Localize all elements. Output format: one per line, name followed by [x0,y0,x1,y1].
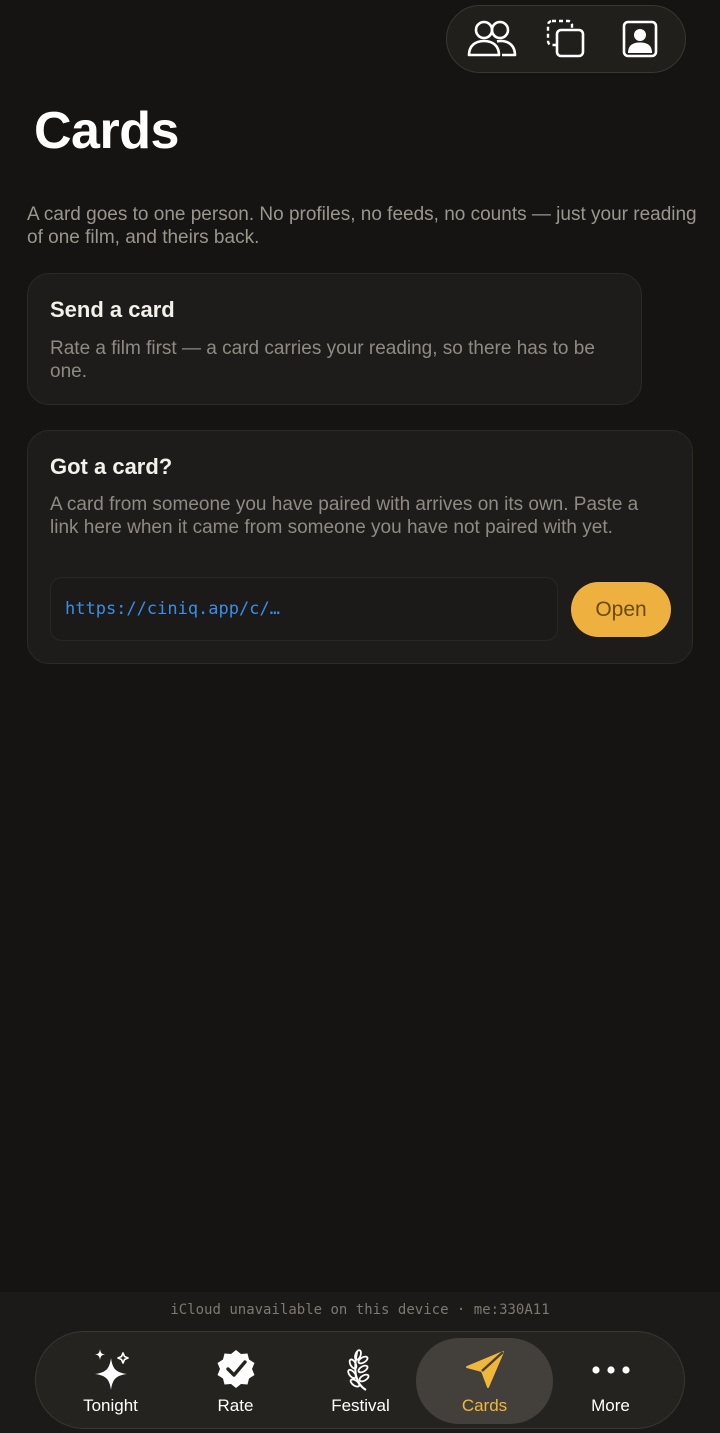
tab-label: Cards [461,1396,508,1415]
open-link-button[interactable]: Open [571,582,671,637]
profile-button[interactable] [612,11,668,67]
got-card-description: A card from someone you have paired with… [50,494,639,538]
sync-status-text: iCloud unavailable on this device · me:3… [170,1302,550,1318]
laurel-icon [346,1349,369,1391]
copy-cards-button[interactable] [538,11,594,67]
copy-cards-icon [546,19,585,58]
got-card-section: Got a card? A card from someone you have… [27,430,693,664]
top-action-bar [446,5,686,73]
check-badge-icon [217,1350,254,1388]
paper-plane-icon [465,1351,504,1388]
tab-bar: Tonight Rate Festival Cards More [35,1331,685,1429]
tab-tonight[interactable]: Tonight [42,1338,179,1424]
tab-rate[interactable]: Rate [167,1338,304,1424]
got-card-title: Got a card? [50,454,173,479]
tab-more[interactable]: More [542,1338,679,1424]
people-button[interactable] [464,11,520,67]
page-title: Cards [34,102,179,160]
send-card-title: Send a card [50,297,175,322]
people-icon [467,20,517,57]
cards-screen: Cards A card goes to one person. No prof… [0,0,720,1433]
intro-text: A card goes to one person. No profiles, … [27,204,697,248]
tab-festival[interactable]: Festival [292,1338,429,1424]
sparkles-icon [94,1349,129,1390]
send-card-description: Rate a film first — a card carries your … [50,338,595,382]
tab-label: Tonight [83,1396,138,1415]
send-card-section[interactable]: Send a card Rate a film first — a card c… [27,273,642,405]
more-dots-icon [591,1366,630,1374]
card-link-input[interactable] [50,577,558,641]
tab-cards[interactable]: Cards [416,1338,553,1424]
profile-icon [622,20,658,58]
tab-label: More [591,1396,630,1415]
tab-label: Festival [331,1396,390,1415]
tab-label: Rate [217,1396,254,1415]
